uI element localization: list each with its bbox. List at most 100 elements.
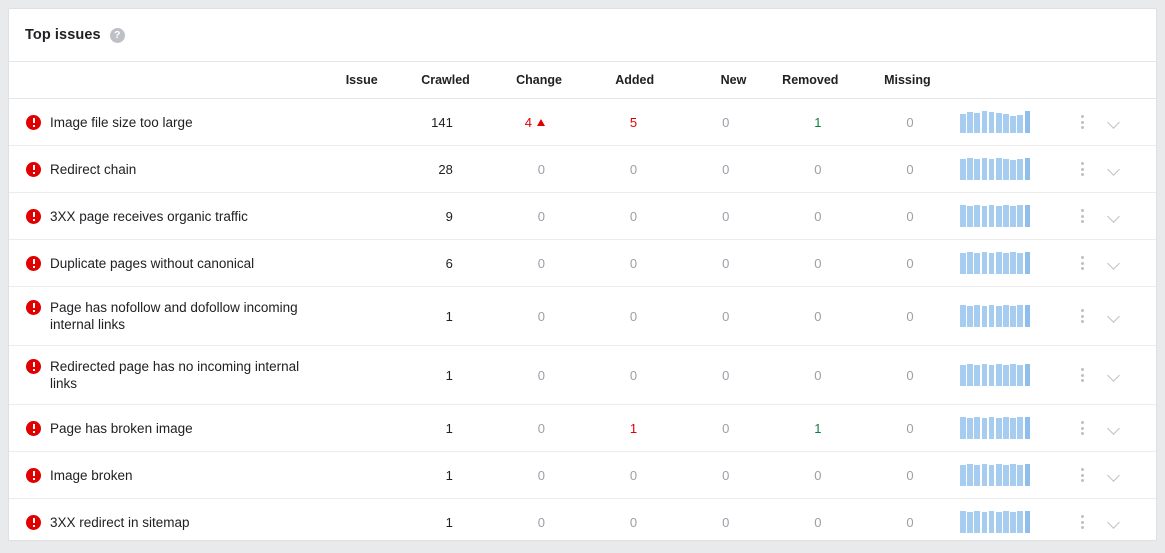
issue-label[interactable]: Redirect chain [50, 161, 136, 178]
issue-cell-content: Page has broken image [26, 420, 377, 437]
sparkline-bar [981, 158, 988, 180]
issue-label[interactable]: Page has nofollow and dofollow incoming … [50, 299, 318, 333]
table-row[interactable]: Redirect chain 28 0 0 0 0 0 [9, 145, 1156, 193]
column-header-missing[interactable]: Missing [838, 62, 931, 99]
sparkline-bar [967, 417, 973, 439]
issue-label[interactable]: Image broken [50, 467, 133, 484]
column-header-removed[interactable]: Removed [746, 62, 839, 99]
issue-label[interactable]: Redirected page has no incoming internal… [50, 358, 318, 392]
cell-crawled: 28 [377, 145, 470, 193]
column-header-added[interactable]: Added [561, 62, 655, 99]
issue-label[interactable]: 3XX page receives organic traffic [50, 208, 248, 225]
more-vertical-icon[interactable] [1076, 420, 1090, 436]
cell-removed: 0 [746, 451, 839, 499]
column-header-new[interactable]: New [654, 62, 747, 99]
top-issues-card: Top issues ? Issue Crawled Change Added … [8, 8, 1157, 541]
sparkline-bar [981, 511, 988, 533]
cell-missing: 0 [838, 239, 931, 287]
chevron-down-icon[interactable] [1108, 259, 1121, 267]
value-change: 0 [537, 161, 545, 177]
value-crawled: 1 [445, 514, 453, 530]
issue-cell: Page has nofollow and dofollow incoming … [9, 286, 378, 346]
row-actions [1060, 255, 1155, 271]
change-delta: 4 [525, 115, 545, 130]
cell-crawled: 1 [377, 404, 470, 452]
more-vertical-icon[interactable] [1076, 514, 1090, 530]
chevron-down-icon[interactable] [1108, 312, 1121, 320]
chevron-down-icon[interactable] [1108, 471, 1121, 479]
cell-actions [1058, 345, 1156, 405]
issue-label[interactable]: Page has broken image [50, 420, 193, 437]
chevron-down-icon[interactable] [1108, 518, 1121, 526]
sparkline-bar [988, 364, 995, 386]
issues-table: Issue Crawled Change Added New Removed M… [9, 62, 1156, 540]
cell-new: 0 [654, 192, 747, 240]
issue-cell-content: Page has nofollow and dofollow incoming … [26, 299, 377, 333]
more-vertical-icon[interactable] [1076, 114, 1090, 130]
column-header-issue[interactable]: Issue [9, 62, 378, 99]
sparkline-bar [1024, 417, 1031, 439]
sparkline-bar [1003, 364, 1009, 386]
sparkline-bar [974, 364, 981, 386]
row-actions [1060, 308, 1155, 324]
column-header-change[interactable]: Change [469, 62, 562, 99]
cell-missing: 0 [838, 98, 931, 146]
table-row[interactable]: Image file size too large 141 4 5 0 1 0 [9, 98, 1156, 146]
column-header-crawled[interactable]: Crawled [377, 62, 470, 99]
table-row[interactable]: Duplicate pages without canonical 6 0 0 0 0 0 [9, 239, 1156, 287]
issue-label[interactable]: Duplicate pages without canonical [50, 255, 254, 272]
sparkline-bar [1003, 158, 1009, 180]
value-crawled: 9 [445, 208, 453, 224]
cell-actions [1058, 286, 1156, 346]
sparkline-bar [995, 511, 1002, 533]
sparkline-bar [981, 205, 988, 227]
table-row[interactable]: Page has broken image 1 0 1 0 1 0 [9, 404, 1156, 452]
cell-added: 0 [561, 286, 655, 346]
table-header: Issue Crawled Change Added New Removed M… [9, 62, 1156, 99]
sparkline-bar [960, 417, 966, 439]
cell-actions [1058, 451, 1156, 499]
cell-removed: 1 [746, 404, 839, 452]
sparkline-bar [960, 158, 966, 180]
sparkline-chart [960, 205, 1031, 227]
cell-missing: 0 [838, 345, 931, 405]
table-row[interactable]: Redirected page has no incoming internal… [9, 345, 1156, 405]
table-row[interactable]: Page has nofollow and dofollow incoming … [9, 286, 1156, 346]
value-removed: 1 [814, 420, 822, 436]
cell-crawled: 141 [377, 98, 470, 146]
cell-sparkline [930, 286, 1059, 346]
chevron-down-icon[interactable] [1108, 424, 1121, 432]
more-vertical-icon[interactable] [1076, 208, 1090, 224]
value-new: 0 [722, 467, 730, 483]
sparkline-bar [1024, 511, 1031, 533]
table-row[interactable]: 3XX redirect in sitemap 1 0 0 0 0 0 [9, 498, 1156, 540]
table-row[interactable]: Image broken 1 0 0 0 0 0 [9, 451, 1156, 499]
sparkline-bar [1003, 305, 1009, 327]
chevron-down-icon[interactable] [1108, 118, 1121, 126]
issue-cell-content: 3XX page receives organic traffic [26, 208, 377, 225]
sparkline-bar [1024, 252, 1031, 274]
cell-new: 0 [654, 345, 747, 405]
issue-label[interactable]: 3XX redirect in sitemap [50, 514, 190, 531]
table-row[interactable]: 3XX page receives organic traffic 9 0 0 0 0 0 [9, 192, 1156, 240]
value-added: 0 [629, 308, 638, 324]
sparkline-bar [967, 158, 973, 180]
sparkline-bar [1017, 205, 1024, 227]
more-vertical-icon[interactable] [1076, 255, 1090, 271]
more-vertical-icon[interactable] [1076, 308, 1090, 324]
card-header: Top issues ? [9, 9, 1156, 62]
issue-label[interactable]: Image file size too large [50, 114, 193, 131]
value-missing: 0 [906, 208, 914, 224]
help-circle-icon[interactable]: ? [109, 27, 125, 43]
sparkline-bar [981, 364, 988, 386]
chevron-down-icon[interactable] [1108, 371, 1121, 379]
value-missing: 0 [906, 255, 914, 271]
issue-cell: Image broken [9, 451, 378, 499]
more-vertical-icon[interactable] [1076, 161, 1090, 177]
sparkline-bar [1010, 252, 1016, 274]
chevron-down-icon[interactable] [1108, 165, 1121, 173]
chevron-down-icon[interactable] [1108, 212, 1121, 220]
more-vertical-icon[interactable] [1076, 467, 1090, 483]
value-new: 0 [722, 114, 730, 130]
more-vertical-icon[interactable] [1076, 367, 1090, 383]
